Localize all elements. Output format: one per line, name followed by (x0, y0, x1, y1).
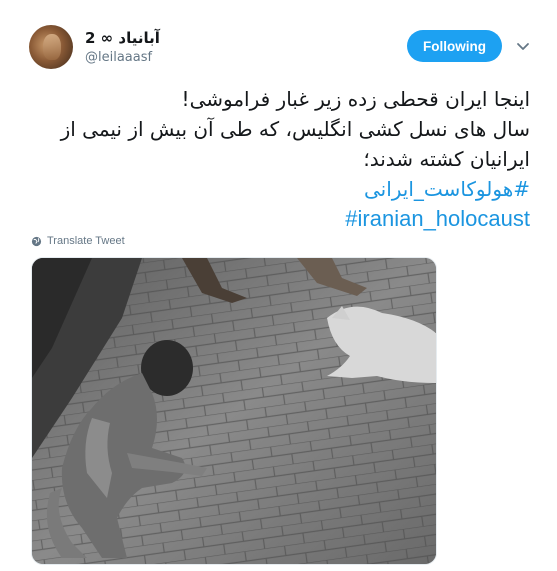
following-button[interactable]: Following (407, 30, 502, 62)
hashtag-persian-link[interactable]: #هولوکاست_ایرانی (30, 174, 530, 204)
tweet-line: اینجا ایران قحطی زده زیر غبار فراموشی! (181, 87, 530, 111)
translate-tweet-link[interactable]: Translate Tweet (31, 233, 125, 249)
tweet-line: ایرانیان کشته شدند؛ (363, 147, 530, 171)
avatar-figure (43, 34, 61, 60)
tweet-text: اینجا ایران قحطی زده زیر غبار فراموشی! س… (30, 84, 530, 234)
tweet-line: سال های نسل کشی انگلیس، که طی آن بیش از … (60, 117, 530, 141)
user-display-name-row[interactable]: آبانیاد ∞ 2 (85, 28, 160, 48)
user-handle[interactable]: @leilaaasf (85, 50, 152, 65)
translate-tweet-label[interactable]: Translate Tweet (47, 235, 125, 247)
user-display-name[interactable]: آبانیاد ∞ 2 (85, 29, 160, 47)
tweet-photo-image (32, 258, 436, 564)
chevron-down-icon[interactable] (516, 39, 530, 53)
user-avatar[interactable] (29, 25, 73, 69)
globe-icon (31, 236, 42, 246)
tweet-photo[interactable] (31, 257, 437, 565)
hashtag-english-link[interactable]: #iranian_holocaust (30, 204, 530, 234)
